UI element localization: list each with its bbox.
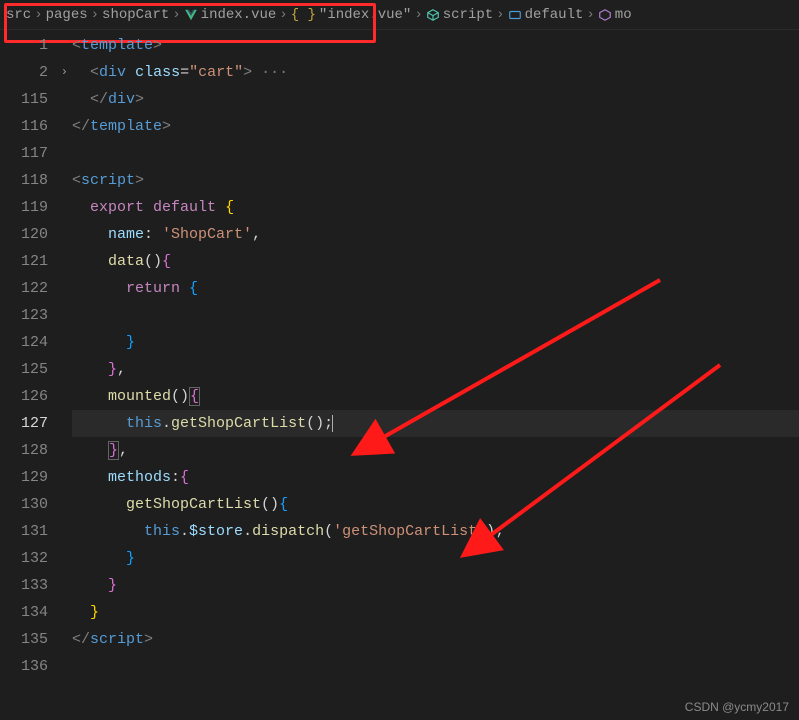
code-line[interactable]: } xyxy=(72,599,799,626)
breadcrumb-item-default[interactable]: default xyxy=(508,7,584,23)
chevron-right-icon: › xyxy=(496,7,504,23)
line-number: 118 xyxy=(0,167,72,194)
line-number: 131 xyxy=(0,518,72,545)
breadcrumb-item-method[interactable]: mo xyxy=(598,7,632,23)
code-line[interactable]: name: 'ShopCart', xyxy=(72,221,799,248)
code-area[interactable]: <template> <div class="cart"> ··· </div>… xyxy=(72,30,799,720)
fold-icon[interactable]: › xyxy=(61,59,68,86)
line-number: 135 xyxy=(0,626,72,653)
line-number: 122 xyxy=(0,275,72,302)
code-line[interactable]: mounted(){ xyxy=(72,383,799,410)
line-number: 116 xyxy=(0,113,72,140)
line-number: 129 xyxy=(0,464,72,491)
code-line[interactable]: }, xyxy=(72,356,799,383)
code-line[interactable]: } xyxy=(72,545,799,572)
line-number: 119 xyxy=(0,194,72,221)
line-number: 126 xyxy=(0,383,72,410)
chevron-right-icon: › xyxy=(34,7,42,23)
variable-icon xyxy=(508,8,522,22)
chevron-right-icon: › xyxy=(91,7,99,23)
code-line[interactable]: </div> xyxy=(72,86,799,113)
line-number: 133 xyxy=(0,572,72,599)
code-line[interactable]: data(){ xyxy=(72,248,799,275)
code-line[interactable] xyxy=(72,653,799,680)
line-number: 134 xyxy=(0,599,72,626)
line-number: 127 xyxy=(0,410,72,437)
braces-icon: { } xyxy=(291,7,316,23)
line-number: 117 xyxy=(0,140,72,167)
line-number: 132 xyxy=(0,545,72,572)
line-number: 123 xyxy=(0,302,72,329)
method-icon xyxy=(598,8,612,22)
breadcrumb-item-pages[interactable]: pages xyxy=(46,7,88,23)
code-line[interactable]: <script> xyxy=(72,167,799,194)
code-line[interactable]: }, xyxy=(72,437,799,464)
breadcrumb-item-symbol-root[interactable]: { } "index.vue" xyxy=(291,7,412,23)
code-line[interactable]: methods:{ xyxy=(72,464,799,491)
chevron-right-icon: › xyxy=(279,7,287,23)
breadcrumb-item-src[interactable]: src xyxy=(6,7,31,23)
code-line[interactable]: <template> xyxy=(72,32,799,59)
vue-icon xyxy=(184,8,198,22)
code-line[interactable]: <div class="cart"> ··· xyxy=(72,59,799,86)
code-line[interactable]: </template> xyxy=(72,113,799,140)
line-gutter: 12›1151161171181191201211221231241251261… xyxy=(0,30,72,720)
line-number: 136 xyxy=(0,653,72,680)
line-number: 2› xyxy=(0,59,72,86)
module-icon xyxy=(426,8,440,22)
line-number: 128 xyxy=(0,437,72,464)
code-line[interactable]: this.getShopCartList(); xyxy=(72,410,799,437)
line-number: 120 xyxy=(0,221,72,248)
code-line[interactable]: </script> xyxy=(72,626,799,653)
code-line[interactable]: } xyxy=(72,572,799,599)
line-number: 125 xyxy=(0,356,72,383)
chevron-right-icon: › xyxy=(172,7,180,23)
line-number: 121 xyxy=(0,248,72,275)
code-line[interactable]: } xyxy=(72,329,799,356)
code-line[interactable]: getShopCartList(){ xyxy=(72,491,799,518)
code-editor[interactable]: 12›1151161171181191201211221231241251261… xyxy=(0,30,799,720)
code-line[interactable]: export default { xyxy=(72,194,799,221)
code-line[interactable]: this.$store.dispatch('getShopCartList'); xyxy=(72,518,799,545)
breadcrumb: src › pages › shopCart › index.vue › { }… xyxy=(0,0,799,30)
breadcrumb-item-script[interactable]: script xyxy=(426,7,493,23)
code-line[interactable] xyxy=(72,140,799,167)
breadcrumb-item-shopcart[interactable]: shopCart xyxy=(102,7,169,23)
breadcrumb-item-file[interactable]: index.vue xyxy=(184,7,277,23)
code-line[interactable]: return { xyxy=(72,275,799,302)
line-number: 115 xyxy=(0,86,72,113)
line-number: 1 xyxy=(0,32,72,59)
chevron-right-icon: › xyxy=(586,7,594,23)
code-line[interactable] xyxy=(72,302,799,329)
line-number: 130 xyxy=(0,491,72,518)
line-number: 124 xyxy=(0,329,72,356)
chevron-right-icon: › xyxy=(414,7,422,23)
watermark: CSDN @ycmy2017 xyxy=(685,700,789,714)
